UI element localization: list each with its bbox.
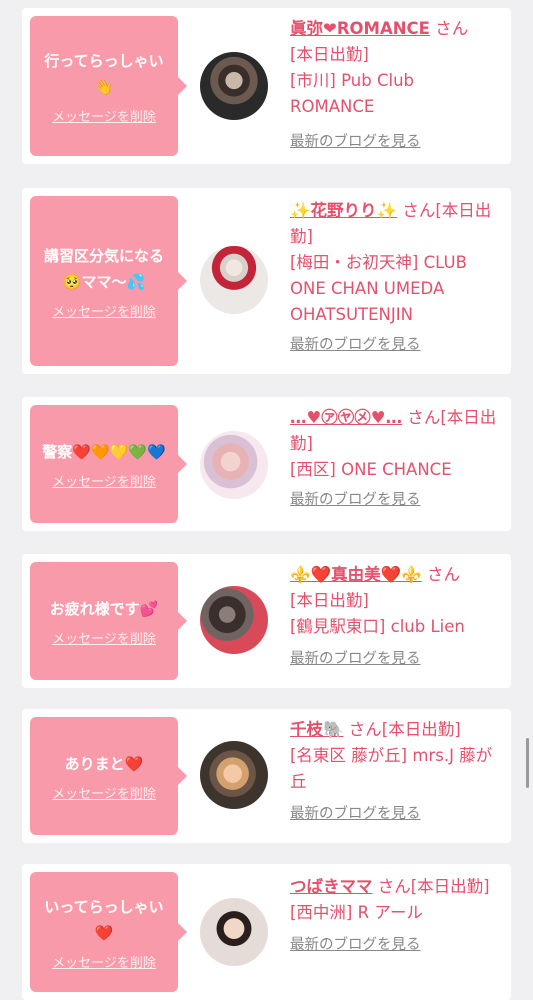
cast-name-link[interactable]: 千枝🐘 (290, 720, 344, 739)
delete-message-link[interactable]: メッセージを削除 (52, 628, 156, 647)
honorific: さん (426, 565, 460, 584)
avatar[interactable] (200, 52, 268, 120)
message-card: お疲れ様です💕 メッセージを削除 ⚜️❤️真由美❤️⚜️ さん [本日出勤] [… (22, 554, 511, 688)
message-card: 講習区分気になる🥺ママ〜💦 メッセージを削除 ✨花野りり✨ さん[本日出勤] [… (22, 188, 511, 374)
blog-link[interactable]: 最新のブログを見る (290, 801, 421, 827)
honorific: さん (407, 408, 441, 427)
blog-link[interactable]: 最新のブログを見る (290, 129, 421, 155)
work-status: [本日出勤] (290, 45, 369, 64)
delete-message-link[interactable]: メッセージを削除 (52, 783, 156, 802)
honorific: さん (377, 877, 411, 896)
message-bubble: 警察❤️🧡💛💚💙 メッセージを削除 (30, 405, 187, 523)
work-status: [本日出勤] (410, 877, 490, 896)
area: [梅田・お初天神] (290, 253, 419, 272)
shop-name: R アール (357, 903, 423, 922)
message-bubble: いってらっしゃい❤️ メッセージを削除 (30, 872, 187, 992)
message-text: 講習区分気になる🥺ママ〜💦 (43, 246, 164, 291)
message-card: いってらっしゃい❤️ メッセージを削除 つばきママ さん[本日出勤] [西中洲]… (22, 864, 511, 1000)
message-card: ありまと❤️ メッセージを削除 千枝🐘 さん[本日出勤] [名東区 藤が丘] m… (22, 709, 511, 843)
area: [西中洲] (290, 903, 353, 922)
shop-name: club Lien (390, 617, 465, 636)
message-card: 行ってらっしゃい👋 メッセージを削除 眞弥❤ROMANCE さん [本日出勤] … (22, 8, 511, 164)
message-text: 警察❤️🧡💛💚💙 (42, 442, 166, 461)
area: [市川] (290, 71, 336, 90)
shop-name: ONE CHANCE (341, 460, 452, 479)
blog-link[interactable]: 最新のブログを見る (290, 646, 421, 672)
blog-link[interactable]: 最新のブログを見る (290, 487, 421, 513)
message-text: お疲れ様です💕 (49, 599, 159, 618)
blog-link[interactable]: 最新のブログを見る (290, 332, 421, 358)
work-status: [本日出勤] (290, 591, 369, 610)
delete-message-link[interactable]: メッセージを削除 (52, 471, 156, 490)
avatar[interactable] (200, 431, 268, 499)
message-card: 警察❤️🧡💛💚💙 メッセージを削除 …♥㋐㋳㋱♥… さん[本日出勤] [西区] … (22, 397, 511, 531)
cast-name-link[interactable]: つばきママ (290, 877, 373, 896)
message-text: ありまと❤️ (64, 754, 144, 773)
delete-message-link[interactable]: メッセージを削除 (52, 952, 156, 971)
avatar[interactable] (200, 586, 268, 654)
message-text: いってらっしゃい❤️ (44, 897, 164, 942)
avatar[interactable] (200, 741, 268, 809)
work-status: [本日出勤] (381, 720, 461, 739)
honorific: さん (348, 720, 382, 739)
area: [名東区 藤が丘] (290, 746, 408, 765)
delete-message-link[interactable]: メッセージを削除 (52, 301, 156, 320)
scrollbar[interactable] (526, 738, 529, 788)
cast-name-link[interactable]: …♥㋐㋳㋱♥… (290, 408, 402, 427)
delete-message-link[interactable]: メッセージを削除 (52, 106, 156, 125)
cast-name-link[interactable]: ⚜️❤️真由美❤️⚜️ (290, 565, 422, 584)
cast-name-link[interactable]: 眞弥❤ROMANCE (290, 19, 430, 38)
blog-link[interactable]: 最新のブログを見る (290, 932, 421, 958)
message-bubble: お疲れ様です💕 メッセージを削除 (30, 562, 187, 680)
avatar[interactable] (200, 246, 268, 314)
honorific: さん (435, 19, 469, 38)
message-text: 行ってらっしゃい👋 (44, 51, 164, 96)
cast-name-link[interactable]: ✨花野りり✨ (290, 201, 397, 220)
message-bubble: 行ってらっしゃい👋 メッセージを削除 (30, 16, 187, 156)
message-bubble: 講習区分気になる🥺ママ〜💦 メッセージを削除 (30, 196, 187, 366)
area: [鶴見駅東口] (290, 617, 386, 636)
message-bubble: ありまと❤️ メッセージを削除 (30, 717, 187, 835)
avatar[interactable] (200, 898, 268, 966)
honorific: さん (402, 201, 436, 220)
area: [西区] (290, 460, 336, 479)
